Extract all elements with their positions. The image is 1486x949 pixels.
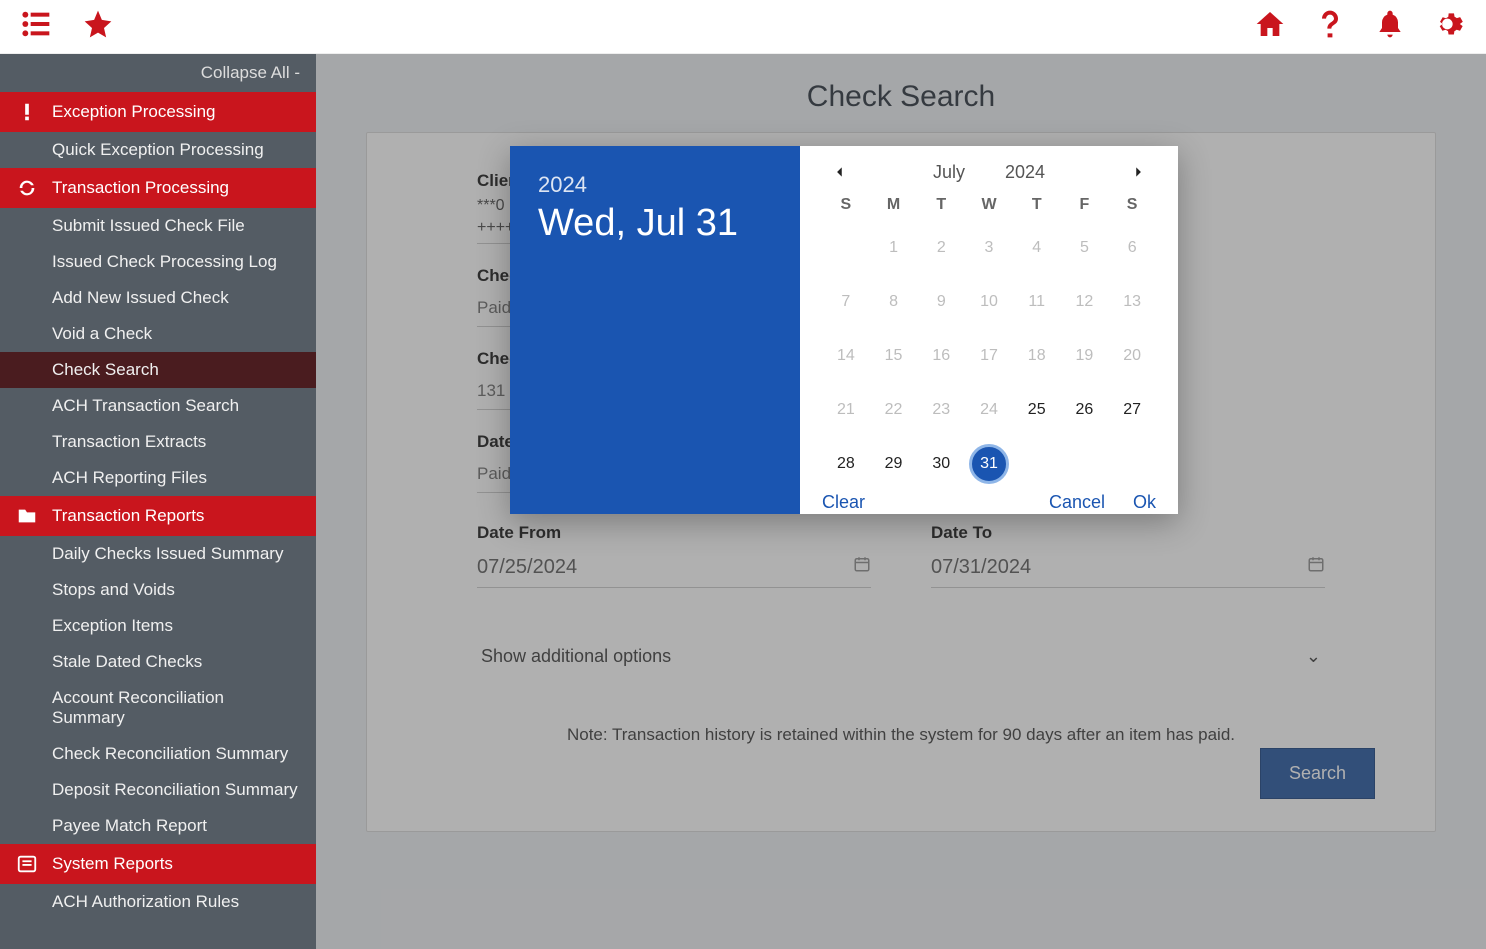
nav-item[interactable]: Issued Check Processing Log (0, 244, 316, 280)
calendar-day[interactable]: 12 (1064, 282, 1104, 322)
calendar-day[interactable]: 11 (1017, 282, 1057, 322)
nav-section-header[interactable]: Transaction Reports (0, 496, 316, 536)
nav-item[interactable]: Exception Items (0, 608, 316, 644)
calendar-day[interactable]: 15 (874, 336, 914, 376)
clear-button[interactable]: Clear (822, 492, 865, 513)
calendar-day[interactable]: 28 (826, 444, 866, 484)
prev-month-button[interactable] (828, 160, 852, 184)
calendar-day[interactable]: 7 (826, 282, 866, 322)
nav-section-header[interactable]: Exception Processing (0, 92, 316, 132)
nav-item[interactable]: Deposit Reconciliation Summary (0, 772, 316, 808)
calendar-day[interactable]: 18 (1017, 336, 1057, 376)
calendar-dow: W (965, 196, 1013, 214)
date-picker-year[interactable]: 2024 (538, 172, 772, 198)
calendar-day[interactable]: 25 (1017, 390, 1057, 430)
calendar-day[interactable]: 19 (1064, 336, 1104, 376)
nav-item[interactable]: Transaction Extracts (0, 424, 316, 460)
calendar-day[interactable]: 30 (921, 444, 961, 484)
nav-item[interactable]: Quick Exception Processing (0, 132, 316, 168)
topbar (0, 0, 1486, 54)
nav-item[interactable]: ACH Authorization Rules (0, 884, 316, 920)
calendar-day[interactable]: 14 (826, 336, 866, 376)
calendar-day[interactable]: 16 (921, 336, 961, 376)
nav-item[interactable]: Stops and Voids (0, 572, 316, 608)
calendar-dow: T (917, 196, 965, 214)
calendar-day[interactable]: 27 (1112, 390, 1152, 430)
calendar-day[interactable]: 21 (826, 390, 866, 430)
calendar-day[interactable]: 2 (921, 228, 961, 268)
calendar-day[interactable]: 31 (969, 444, 1009, 484)
date-picker-date[interactable]: Wed, Jul 31 (538, 202, 772, 245)
next-month-button[interactable] (1126, 160, 1150, 184)
ok-button[interactable]: Ok (1133, 492, 1156, 513)
calendar-day[interactable]: 20 (1112, 336, 1152, 376)
nav-item[interactable]: Stale Dated Checks (0, 644, 316, 680)
nav-item[interactable]: Daily Checks Issued Summary (0, 536, 316, 572)
calendar-day[interactable]: 8 (874, 282, 914, 322)
calendar-day[interactable]: 1 (874, 228, 914, 268)
nav-item[interactable]: Submit Issued Check File (0, 208, 316, 244)
date-picker-summary: 2024 Wed, Jul 31 (510, 146, 800, 514)
calendar-day[interactable]: 10 (969, 282, 1009, 322)
month-year-label[interactable]: July 2024 (933, 162, 1045, 183)
calendar-dow: T (1013, 196, 1061, 214)
calendar-dow: M (870, 196, 918, 214)
menu-icon[interactable] (20, 8, 52, 45)
calendar-day[interactable]: 9 (921, 282, 961, 322)
nav-item[interactable]: Check Search (0, 352, 316, 388)
calendar-day[interactable]: 26 (1064, 390, 1104, 430)
cancel-button[interactable]: Cancel (1049, 492, 1105, 513)
nav-section-header[interactable]: Transaction Processing (0, 168, 316, 208)
calendar-day[interactable]: 24 (969, 390, 1009, 430)
bell-icon[interactable] (1374, 8, 1406, 45)
nav-item[interactable]: ACH Reporting Files (0, 460, 316, 496)
calendar-day[interactable]: 5 (1064, 228, 1104, 268)
calendar-day[interactable]: 3 (969, 228, 1009, 268)
nav-item[interactable]: Void a Check (0, 316, 316, 352)
nav-item[interactable]: Check Reconciliation Summary (0, 736, 316, 772)
calendar-day[interactable]: 6 (1112, 228, 1152, 268)
gear-icon[interactable] (1434, 8, 1466, 45)
calendar-day[interactable]: 4 (1017, 228, 1057, 268)
calendar-day[interactable]: 23 (921, 390, 961, 430)
nav-section-header[interactable]: System Reports (0, 844, 316, 884)
nav-item[interactable]: Add New Issued Check (0, 280, 316, 316)
date-picker: 2024 Wed, Jul 31 July 2024 SMTWTFS123456… (510, 146, 1178, 514)
nav-item[interactable]: Payee Match Report (0, 808, 316, 844)
sidebar: Collapse All - Exception ProcessingQuick… (0, 54, 316, 949)
home-icon[interactable] (1254, 8, 1286, 45)
calendar-dow: S (1108, 196, 1156, 214)
nav-item[interactable]: ACH Transaction Search (0, 388, 316, 424)
nav-item[interactable]: Account Reconciliation Summary (0, 680, 316, 736)
calendar-dow: F (1061, 196, 1109, 214)
calendar-day[interactable]: 29 (874, 444, 914, 484)
collapse-all[interactable]: Collapse All - (0, 54, 316, 92)
calendar-day[interactable]: 17 (969, 336, 1009, 376)
calendar-day[interactable]: 13 (1112, 282, 1152, 322)
calendar-dow: S (822, 196, 870, 214)
star-icon[interactable] (82, 8, 114, 45)
help-icon[interactable] (1314, 8, 1346, 45)
calendar-day[interactable]: 22 (874, 390, 914, 430)
